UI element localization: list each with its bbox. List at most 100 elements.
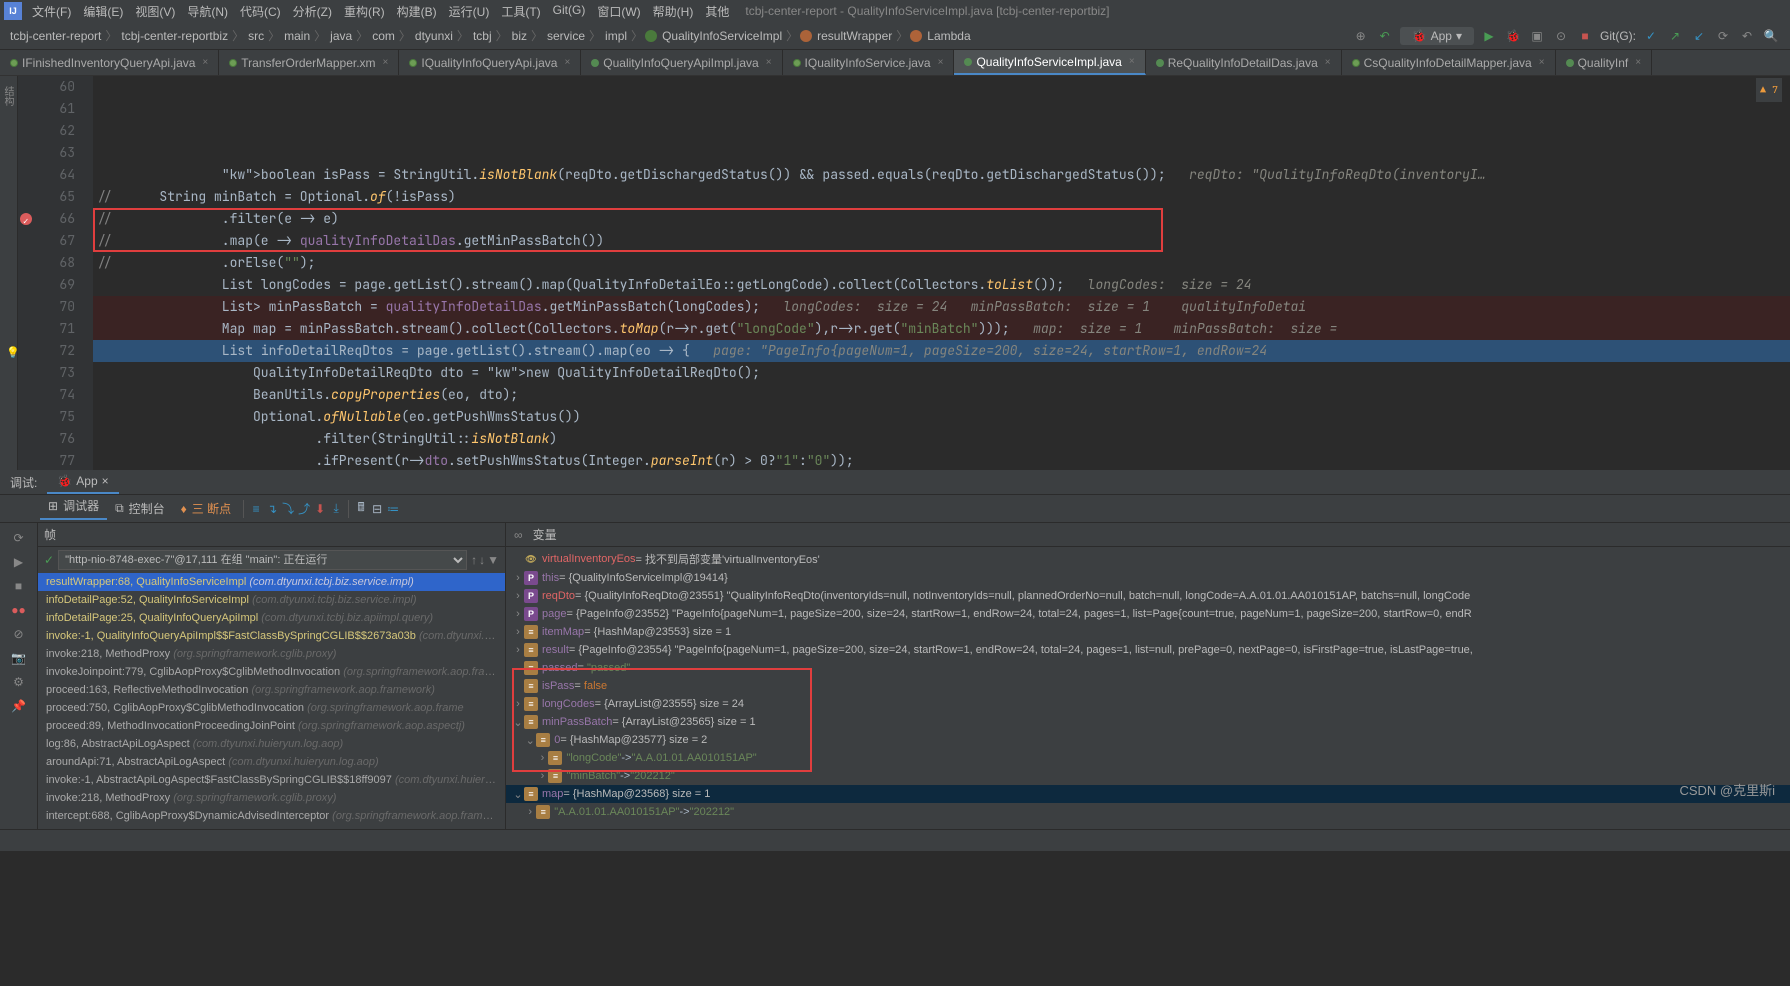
editor-gutter[interactable]: 606162636465666768697071💡727374757677 bbox=[18, 76, 93, 470]
variable-row[interactable]: ›≡"A.A.01.01.AA010151AP" -> "202212" bbox=[506, 803, 1790, 821]
breadcrumb-part[interactable]: java bbox=[328, 29, 354, 43]
stack-frame[interactable]: infoDetailPage:25, QualityInfoQueryApiIm… bbox=[38, 609, 505, 627]
git-push-icon[interactable]: ↗ bbox=[1666, 27, 1684, 45]
breadcrumb-class[interactable]: QualityInfoServiceImpl bbox=[660, 29, 784, 43]
debug-tool-tabs[interactable]: 调试: 🐞 App × bbox=[0, 470, 1790, 495]
breadcrumb-part[interactable]: service bbox=[545, 29, 587, 43]
settings2-icon[interactable]: ⚙ bbox=[10, 673, 28, 691]
menu-item[interactable]: 其他 bbox=[699, 0, 735, 23]
breadcrumb-part[interactable]: dtyunxi bbox=[413, 29, 455, 43]
main-menu[interactable]: 文件(F)编辑(E)视图(V)导航(N)代码(C)分析(Z)重构(R)构建(B)… bbox=[26, 0, 735, 23]
breadcrumb-part[interactable]: impl bbox=[603, 29, 629, 43]
step-into-icon[interactable]: ↴ bbox=[264, 501, 280, 517]
variable-row[interactable]: ›≡result = {PageInfo@23554} "PageInfo{pa… bbox=[506, 641, 1790, 659]
debugger-tab[interactable]: ⊞ 调试器 bbox=[40, 497, 107, 520]
stop-debug-icon[interactable]: ■ bbox=[10, 577, 28, 595]
editor-tab[interactable]: QualityInf× bbox=[1556, 50, 1653, 75]
code-line[interactable]: List> minPassBatch = qualityInfoDetailDa… bbox=[93, 296, 1790, 318]
debug-tab-app[interactable]: 🐞 App × bbox=[47, 470, 118, 494]
code-line[interactable]: Map map = minPassBatch.stream().collect(… bbox=[93, 318, 1790, 340]
close-icon[interactable]: × bbox=[1539, 57, 1545, 68]
breakpoints-tab[interactable]: ♦ 三 断点 bbox=[173, 500, 239, 517]
add-config-icon[interactable]: ⊕ bbox=[1352, 27, 1370, 45]
code-line[interactable]: Optional.ofNullable(eo.getPushWmsStatus(… bbox=[93, 406, 1790, 428]
resume-icon[interactable]: ▶ bbox=[10, 553, 28, 571]
editor-tab[interactable]: IFinishedInventoryQueryApi.java× bbox=[0, 50, 219, 75]
stack-frame[interactable]: resultWrapper:68, QualityInfoServiceImpl… bbox=[38, 573, 505, 591]
variable-row[interactable]: ≡isPass = false bbox=[506, 677, 1790, 695]
variable-row[interactable]: ›PreqDto = {QualityInfoReqDto@23551} "Qu… bbox=[506, 587, 1790, 605]
breadcrumb[interactable]: tcbj-center-report〉tcbj-center-reportbiz… bbox=[0, 27, 1352, 44]
filter-frame-icon[interactable]: ▼ bbox=[487, 553, 499, 567]
intention-bulb-icon[interactable]: 💡 bbox=[6, 342, 20, 364]
menu-item[interactable]: 运行(U) bbox=[443, 0, 496, 23]
menu-item[interactable]: 窗口(W) bbox=[591, 0, 646, 23]
breadcrumb-part[interactable]: com bbox=[370, 29, 397, 43]
frame-list[interactable]: resultWrapper:68, QualityInfoServiceImpl… bbox=[38, 573, 505, 829]
close-icon[interactable]: × bbox=[1635, 57, 1641, 68]
trace-icon[interactable]: ⊟ bbox=[369, 501, 385, 517]
breadcrumb-part[interactable]: main bbox=[282, 29, 312, 43]
prev-frame-icon[interactable]: ↑ bbox=[471, 553, 477, 567]
code-line[interactable]: .ifPresent(r->dto.setPushWmsStatus(Integ… bbox=[93, 450, 1790, 470]
breadcrumb-part[interactable]: src bbox=[246, 29, 266, 43]
menu-item[interactable]: 帮助(H) bbox=[647, 0, 700, 23]
breadcrumb-part[interactable]: tcbj-center-reportbiz bbox=[119, 29, 230, 43]
editor-tab[interactable]: QualityInfoServiceImpl.java× bbox=[954, 50, 1145, 75]
debug-side-toolbar[interactable]: ⟳ ▶ ■ ●● ⊘ 📷 ⚙ 📌 bbox=[0, 523, 38, 829]
force-step-icon[interactable]: ⤵ bbox=[280, 501, 296, 517]
code-line[interactable]: List infoDetailReqDtos = page.getList().… bbox=[93, 340, 1790, 362]
breakpoint-icon[interactable] bbox=[20, 213, 32, 225]
breadcrumb-method[interactable]: resultWrapper bbox=[815, 29, 894, 43]
breadcrumb-lambda[interactable]: Lambda bbox=[925, 29, 972, 43]
stack-frame[interactable]: intercept:688, CglibAopProxy$DynamicAdvi… bbox=[38, 807, 505, 825]
view-bp-icon[interactable]: ●● bbox=[10, 601, 28, 619]
stack-frame[interactable]: invokeJoinpoint:779, CglibAopProxy$Cglib… bbox=[38, 663, 505, 681]
close-icon[interactable]: × bbox=[766, 57, 772, 68]
variable-row[interactable]: ›Pthis = {QualityInfoServiceImpl@19414} bbox=[506, 569, 1790, 587]
git-history-icon[interactable]: ⟳ bbox=[1714, 27, 1732, 45]
variable-row[interactable]: ⌄≡map = {HashMap@23568} size = 1 bbox=[506, 785, 1790, 803]
evaluate-icon[interactable]: 🖩 bbox=[353, 501, 369, 517]
menu-item[interactable]: 构建(B) bbox=[391, 0, 443, 23]
variable-row[interactable]: ›≡"longCode" -> "A.A.01.01.AA010151AP" bbox=[506, 749, 1790, 767]
variables-list[interactable]: 👁virtualInventoryEos= 找不到局部变量'virtualInv… bbox=[506, 547, 1790, 829]
next-frame-icon[interactable]: ↓ bbox=[479, 553, 485, 567]
breadcrumb-part[interactable]: tcbj-center-report bbox=[8, 29, 103, 43]
close-icon[interactable]: × bbox=[383, 57, 389, 68]
run-config-selector[interactable]: 🐞 App ▾ bbox=[1400, 27, 1474, 45]
menu-item[interactable]: 分析(Z) bbox=[287, 0, 338, 23]
code-line[interactable]: QualityInfoDetailReqDto dto = "kw">new Q… bbox=[93, 362, 1790, 384]
variable-row[interactable]: ⌄≡minPassBatch = {ArrayList@23565} size … bbox=[506, 713, 1790, 731]
variable-row[interactable]: ›≡itemMap = {HashMap@23553} size = 1 bbox=[506, 623, 1790, 641]
editor-tab[interactable]: ReQualityInfoDetailDas.java× bbox=[1146, 50, 1342, 75]
code-line[interactable]: // .orElse(""); bbox=[93, 252, 1790, 274]
stack-frame[interactable]: invoke:-1, QualityInfoQueryApiImpl$$Fast… bbox=[38, 627, 505, 645]
code-content[interactable]: ▲ 7 "kw">boolean isPass = StringUtil.isN… bbox=[93, 76, 1790, 470]
editor-tab[interactable]: CsQualityInfoDetailMapper.java× bbox=[1342, 50, 1556, 75]
revert-icon[interactable]: ↶ bbox=[1738, 27, 1756, 45]
stack-frame[interactable]: proceed:89, MethodInvocationProceedingJo… bbox=[38, 717, 505, 735]
stop-icon[interactable]: ■ bbox=[1576, 27, 1594, 45]
code-line[interactable]: BeanUtils.copyProperties(eo, dto); bbox=[93, 384, 1790, 406]
settings-icon[interactable]: ≔ bbox=[385, 501, 401, 517]
run-icon[interactable]: ▶ bbox=[1480, 27, 1498, 45]
stack-frame[interactable]: infoDetailPage:52, QualityInfoServiceImp… bbox=[38, 591, 505, 609]
close-icon[interactable]: × bbox=[1325, 57, 1331, 68]
thread-dropdown[interactable]: "http-nio-8748-exec-7"@17,111 在组 "main":… bbox=[58, 550, 467, 570]
menu-item[interactable]: 导航(N) bbox=[181, 0, 234, 23]
code-line[interactable]: // .filter(e -> e) bbox=[93, 208, 1790, 230]
code-line[interactable]: .filter(StringUtil::isNotBlank) bbox=[93, 428, 1790, 450]
close-icon[interactable]: × bbox=[564, 57, 570, 68]
editor-tab[interactable]: QualityInfoQueryApiImpl.java× bbox=[581, 50, 782, 75]
coverage-icon[interactable]: ▣ bbox=[1528, 27, 1546, 45]
code-line[interactable]: List longCodes = page.getList().stream()… bbox=[93, 274, 1790, 296]
debug-icon[interactable]: 🐞 bbox=[1504, 27, 1522, 45]
inspection-indicator[interactable]: ▲ 7 bbox=[1756, 78, 1782, 102]
link-icon[interactable]: ∞ bbox=[514, 528, 523, 542]
menu-item[interactable]: 重构(R) bbox=[338, 0, 391, 23]
menu-item[interactable]: 工具(T) bbox=[495, 0, 546, 23]
back-icon[interactable]: ↶ bbox=[1376, 27, 1394, 45]
menu-item[interactable]: 文件(F) bbox=[26, 0, 77, 23]
thread-selector[interactable]: ✓ "http-nio-8748-exec-7"@17,111 在组 "main… bbox=[38, 547, 505, 573]
